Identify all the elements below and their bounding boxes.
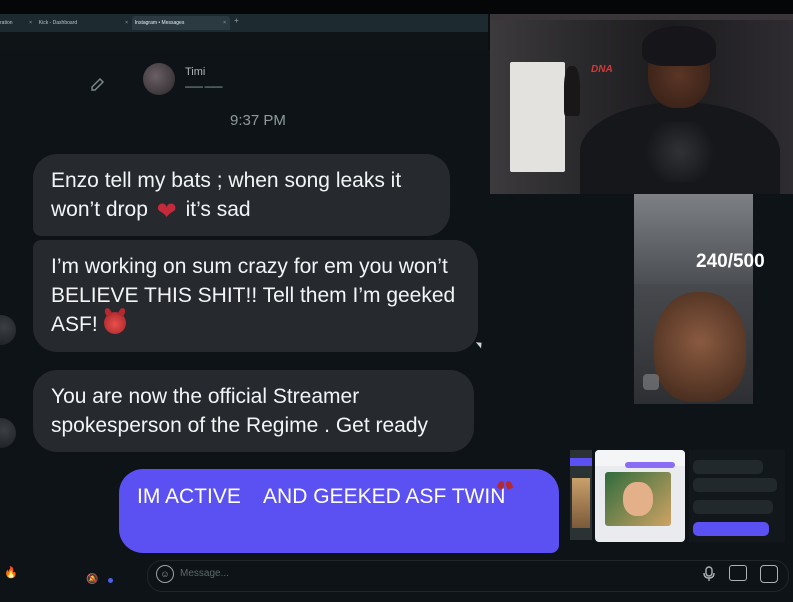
thumbnail-image bbox=[572, 478, 590, 528]
streamer-webcam: DNA bbox=[490, 14, 793, 194]
tab-label: Kick - Dashboard bbox=[38, 20, 78, 26]
play-icon[interactable] bbox=[643, 374, 659, 390]
tab-label: ration bbox=[0, 20, 13, 26]
address-bar[interactable] bbox=[0, 32, 488, 51]
browser-tab-strip: ration × Kick - Dashboard × Instagram • … bbox=[0, 14, 488, 32]
message-placeholder[interactable]: Message... bbox=[180, 568, 229, 579]
emoji-icon[interactable]: ☺ bbox=[156, 565, 174, 583]
new-tab-button[interactable]: + bbox=[234, 16, 239, 25]
browser-tab-1[interactable]: ration × bbox=[0, 16, 36, 30]
browser-tab-instagram-messages[interactable]: Instagram • Messages × bbox=[132, 16, 230, 30]
message-input[interactable] bbox=[147, 560, 789, 592]
mini-message bbox=[693, 478, 777, 492]
microphone-icon[interactable] bbox=[703, 566, 715, 585]
mini-message bbox=[693, 522, 769, 536]
phone-screenshot-thumbnail bbox=[595, 450, 685, 542]
tab-close-icon[interactable]: × bbox=[125, 16, 128, 30]
streamer bbox=[580, 22, 780, 194]
background-person bbox=[564, 66, 580, 116]
tab-close-icon[interactable]: × bbox=[29, 16, 32, 30]
received-message[interactable]: Enzo tell my bats ; when song leaks it w… bbox=[33, 154, 450, 236]
message-text: You are now the official Streamer spokes… bbox=[51, 385, 429, 437]
contact-subtitle: ▬▬▬ ▬▬▬ bbox=[185, 84, 223, 90]
broken-heart-icon: ❤ bbox=[156, 198, 177, 225]
compose-icon[interactable] bbox=[90, 78, 106, 92]
streamer-jacket bbox=[580, 102, 780, 194]
message-timestamp: 9:37 PM bbox=[230, 112, 286, 129]
guest-webcam bbox=[634, 194, 753, 404]
wall-logo: DNA bbox=[591, 64, 613, 75]
thumbnail-pill bbox=[625, 462, 675, 468]
sticker-icon[interactable] bbox=[760, 565, 778, 583]
message-text: it’s sad bbox=[179, 198, 251, 221]
message-text: AND GEEKED ASF TWIN bbox=[258, 485, 506, 508]
chat-screenshot-thumbnail bbox=[689, 450, 785, 542]
thumbnail-artwork bbox=[605, 472, 671, 526]
tab-close-icon[interactable]: × bbox=[223, 16, 226, 30]
fire-icon: 🔥 bbox=[4, 567, 18, 579]
unread-dot bbox=[108, 578, 113, 583]
message-text: IM ACTIVE bbox=[137, 485, 247, 508]
ceiling-strip bbox=[490, 14, 793, 20]
devil-emoji-icon bbox=[103, 312, 126, 334]
thumbnail-header bbox=[570, 458, 592, 466]
received-message[interactable]: You are now the official Streamer spokes… bbox=[33, 370, 474, 452]
contact-avatar[interactable] bbox=[143, 63, 175, 95]
received-message[interactable]: I’m working on sum crazy for em you won’… bbox=[33, 240, 478, 352]
sent-message[interactable]: IM ACTIVE AND GEEKED ASF TWIN bbox=[119, 469, 559, 553]
tab-label: Instagram • Messages bbox=[134, 20, 185, 26]
bell-muted-icon[interactable]: 🔕 bbox=[86, 574, 98, 585]
room-door bbox=[510, 62, 565, 172]
mini-message bbox=[693, 460, 763, 474]
browser-tab-kick-dashboard[interactable]: Kick - Dashboard × bbox=[36, 16, 132, 30]
image-icon[interactable] bbox=[729, 565, 747, 581]
window-top-bar bbox=[0, 0, 793, 14]
thumbnail-strip bbox=[570, 450, 592, 540]
streamer-durag bbox=[642, 26, 716, 66]
mini-message bbox=[693, 500, 773, 514]
goal-counter: 240/500 bbox=[696, 251, 765, 272]
guest-face bbox=[654, 292, 746, 402]
contact-name[interactable]: Timi bbox=[185, 66, 205, 78]
